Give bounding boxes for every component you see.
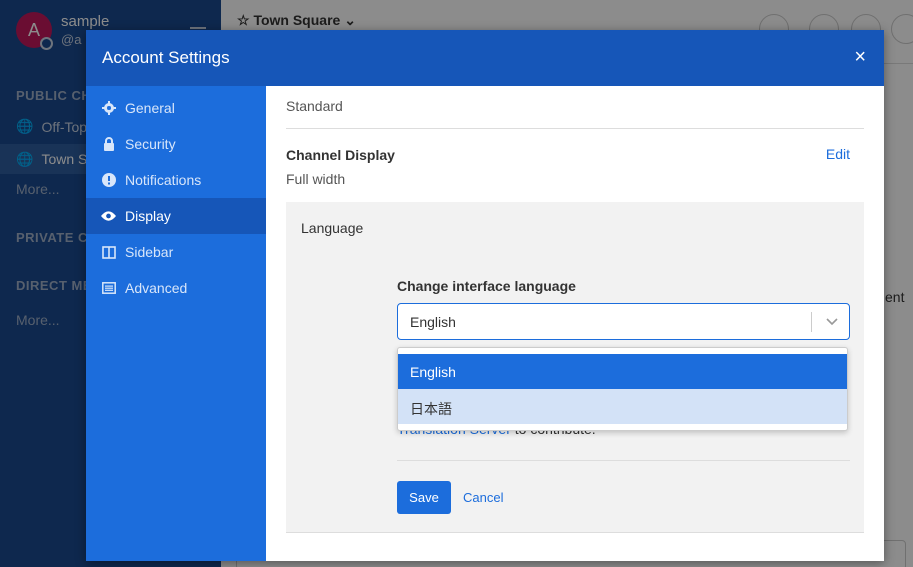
language-field-label: Change interface language	[397, 278, 576, 294]
tab-notifications[interactable]: Notifications	[86, 162, 266, 198]
list-icon	[101, 281, 116, 296]
close-icon[interactable]: ×	[854, 47, 866, 67]
tab-label: Display	[125, 208, 171, 224]
language-option-english[interactable]: English	[398, 354, 847, 389]
gear-icon	[101, 101, 116, 116]
channel-display-row[interactable]: Channel Display Full width Edit	[286, 129, 864, 203]
tab-label: General	[125, 100, 175, 116]
tab-label: Security	[125, 136, 176, 152]
app-window: A sample @a PUBLIC CH 🌐 Off-Top 🌐 Town S…	[0, 0, 913, 567]
setting-value: Standard	[286, 98, 343, 114]
tab-general[interactable]: General	[86, 90, 266, 126]
columns-icon	[101, 245, 116, 260]
modal-body: General Security Notifications Display S…	[86, 86, 884, 561]
tab-display[interactable]: Display	[86, 198, 266, 234]
edit-button[interactable]: Edit	[826, 146, 850, 162]
tab-security[interactable]: Security	[86, 126, 266, 162]
tab-sidebar[interactable]: Sidebar	[86, 234, 266, 270]
modal-title: Account Settings	[102, 48, 230, 67]
setting-title: Language	[301, 220, 364, 236]
chevron-down-icon[interactable]	[825, 311, 839, 334]
language-option-japanese[interactable]: 日本語	[398, 389, 847, 424]
setting-value: Full width	[286, 171, 346, 187]
cancel-button[interactable]: Cancel	[463, 490, 503, 505]
selected-language: English	[410, 314, 456, 330]
clock-display-row[interactable]: Standard	[286, 86, 864, 129]
save-button[interactable]: Save	[397, 481, 451, 514]
tab-advanced[interactable]: Advanced	[86, 270, 266, 306]
eye-icon	[101, 209, 116, 224]
modal-header: Account Settings ×	[86, 30, 884, 86]
divider	[397, 460, 850, 461]
language-select[interactable]: English	[397, 303, 850, 340]
select-divider	[811, 312, 812, 332]
tab-label: Advanced	[125, 280, 188, 296]
settings-nav: General Security Notifications Display S…	[86, 86, 266, 561]
setting-title: Channel Display	[286, 147, 395, 163]
account-settings-modal: Account Settings × General Security Noti…	[86, 30, 884, 561]
display-settings: Standard Channel Display Full width Edit…	[266, 86, 884, 561]
lock-icon	[101, 137, 116, 152]
language-panel: Language Change interface language Engli…	[286, 202, 864, 533]
exclamation-icon	[101, 173, 116, 188]
tab-label: Notifications	[125, 172, 202, 188]
tab-label: Sidebar	[125, 244, 174, 260]
language-dropdown-menu: English 日本語	[397, 347, 848, 431]
